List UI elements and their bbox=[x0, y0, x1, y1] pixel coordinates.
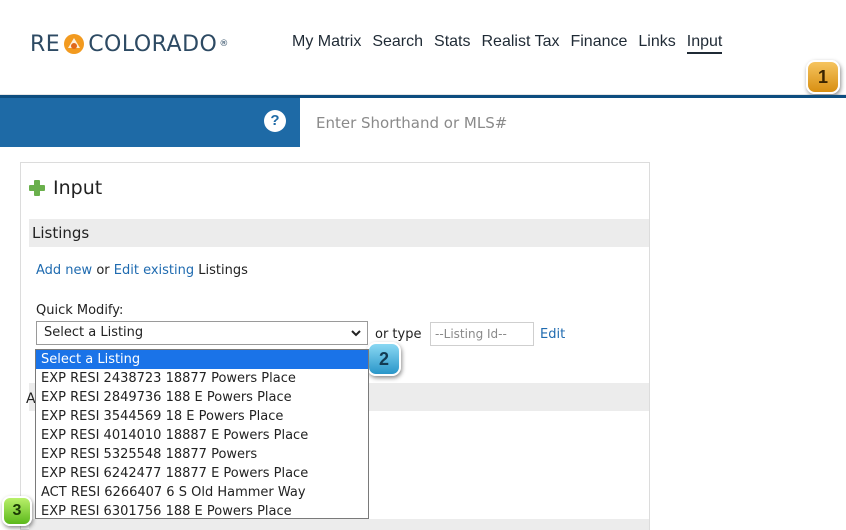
callout-badge-2: 2 bbox=[367, 342, 401, 376]
dropdown-option[interactable]: EXP RESI 3544569 18 E Powers Place bbox=[36, 407, 368, 426]
registered-mark: ® bbox=[219, 39, 229, 49]
dropdown-option[interactable]: EXP RESI 6301756 188 E Powers Place bbox=[36, 502, 368, 521]
chevron-down-icon bbox=[351, 322, 361, 351]
nav-stats[interactable]: Stats bbox=[434, 32, 470, 54]
dropdown-option[interactable]: EXP RESI 4014010 18887 E Powers Place bbox=[36, 426, 368, 445]
listing-id-input[interactable] bbox=[430, 322, 534, 346]
nav-search[interactable]: Search bbox=[372, 32, 423, 54]
dropdown-option[interactable]: Select a Listing bbox=[36, 350, 368, 369]
listing-dropdown-list: Select a Listing EXP RESI 2438723 18877 … bbox=[35, 349, 369, 519]
listings-section-header: Listings bbox=[29, 219, 649, 247]
nav-input[interactable]: Input bbox=[686, 32, 723, 54]
dropdown-option[interactable]: EXP RESI 2438723 18877 Powers Place bbox=[36, 369, 368, 388]
edit-link[interactable]: Edit bbox=[540, 327, 565, 342]
quick-modify-label: Quick Modify: bbox=[36, 303, 124, 318]
nav-finance[interactable]: Finance bbox=[570, 32, 627, 54]
edit-existing-link[interactable]: Edit existing bbox=[114, 263, 194, 278]
listing-select-value: Select a Listing bbox=[44, 325, 144, 340]
callout-badge-1: 1 bbox=[806, 60, 840, 94]
or-text: or bbox=[96, 263, 110, 278]
nav-links[interactable]: Links bbox=[638, 32, 675, 54]
search-bar: ? bbox=[0, 95, 846, 147]
logo-text-re: RE bbox=[30, 31, 61, 57]
callout-badge-3: 3 bbox=[2, 496, 32, 526]
logo-text-colorado: COLORADO bbox=[88, 31, 218, 57]
plus-icon bbox=[29, 180, 45, 196]
nav-my-matrix[interactable]: My Matrix bbox=[292, 32, 361, 54]
add-new-link[interactable]: Add new bbox=[36, 263, 92, 278]
dropdown-option[interactable]: EXP RESI 6242477 18877 E Powers Place bbox=[36, 464, 368, 483]
dropdown-option[interactable]: EXP RESI 2849736 188 E Powers Place bbox=[36, 388, 368, 407]
recolorado-logo[interactable]: RE COLORADO ® bbox=[30, 30, 228, 58]
dropdown-option[interactable]: ACT RESI 6266407 6 S Old Hammer Way bbox=[36, 483, 368, 502]
help-icon[interactable]: ? bbox=[264, 110, 286, 132]
listings-word: Listings bbox=[198, 263, 248, 278]
main-nav: My Matrix Search Stats Realist Tax Finan… bbox=[292, 32, 733, 54]
nav-realist-tax[interactable]: Realist Tax bbox=[482, 32, 560, 54]
shorthand-search-input[interactable] bbox=[300, 98, 846, 147]
dropdown-option[interactable]: EXP RESI 5325548 18877 Powers bbox=[36, 445, 368, 464]
panel-title-text: Input bbox=[53, 177, 103, 199]
logo-flame-icon bbox=[63, 33, 85, 55]
listing-select[interactable]: Select a Listing bbox=[36, 321, 368, 345]
listing-links-row: Add new or Edit existing Listings bbox=[36, 263, 248, 278]
top-header: RE COLORADO ® My Matrix Search Stats Rea… bbox=[0, 0, 846, 95]
or-type-text: or type bbox=[375, 327, 422, 342]
panel-title: Input bbox=[29, 177, 102, 199]
